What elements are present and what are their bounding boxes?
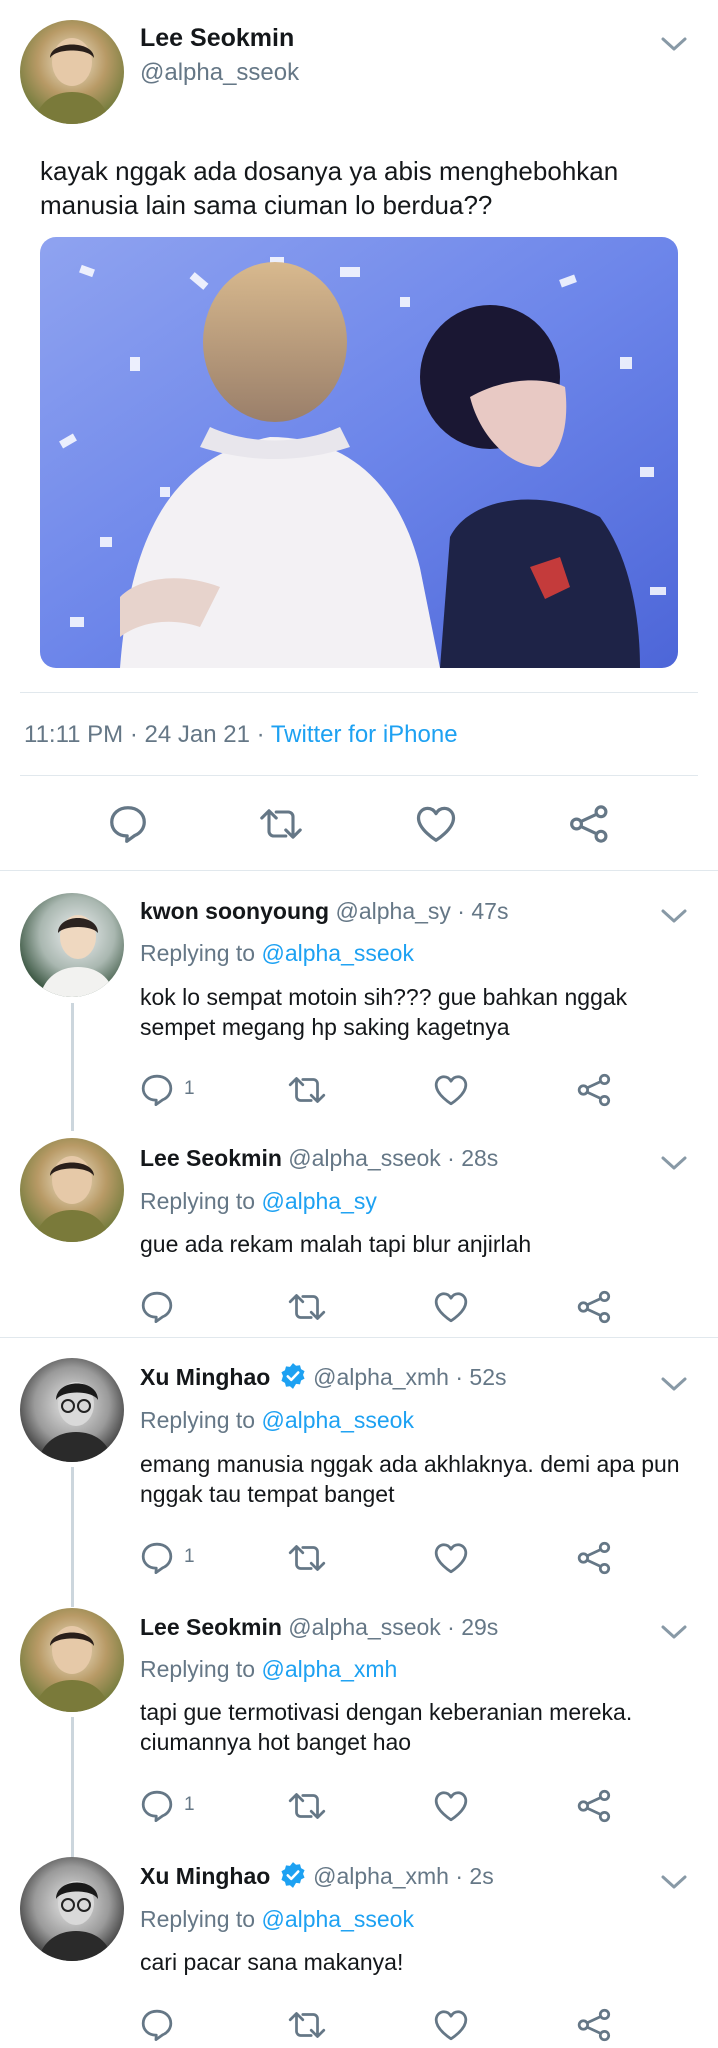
author-meta[interactable]: @alpha_xmh · 52s	[313, 1364, 506, 1390]
tweet-source-link[interactable]: Twitter for iPhone	[271, 721, 458, 748]
reply-count: 1	[184, 1546, 195, 1567]
thread-line	[71, 1717, 74, 1857]
reply-header: Xu Minghao @alpha_xmh · 2s	[140, 1861, 494, 1891]
reply-icon[interactable]	[108, 804, 148, 844]
chevron-down-icon[interactable]	[659, 1374, 689, 1394]
reply-icon[interactable]	[140, 1290, 174, 1324]
author-meta[interactable]: @alpha_xmh · 2s	[313, 1863, 494, 1889]
reply-icon[interactable]	[140, 2008, 174, 2042]
chevron-down-icon[interactable]	[659, 1872, 689, 1892]
heart-icon[interactable]	[433, 2008, 469, 2042]
avatar[interactable]	[20, 1138, 124, 1242]
divider	[0, 870, 718, 871]
share-icon[interactable]	[576, 1073, 614, 1107]
divider	[20, 775, 698, 776]
replying-to-link[interactable]: @alpha_sseok	[261, 1407, 414, 1433]
reply-header: Lee Seokmin @alpha_sseok · 28s	[140, 1143, 498, 1173]
share-icon[interactable]	[568, 804, 612, 844]
share-icon[interactable]	[576, 1290, 614, 1324]
thread-line	[71, 1467, 74, 1607]
author-name[interactable]: Lee Seokmin	[140, 1145, 282, 1171]
share-icon[interactable]	[576, 1789, 614, 1823]
verified-badge-icon	[279, 1861, 307, 1889]
avatar[interactable]	[20, 1857, 124, 1961]
replying-prefix: Replying to	[140, 1906, 262, 1932]
author-name[interactable]: Xu Minghao	[140, 1863, 270, 1889]
replying-to-link[interactable]: @alpha_sseok	[261, 1906, 414, 1932]
reply-header: Lee Seokmin @alpha_sseok · 29s	[140, 1612, 498, 1642]
retweet-icon[interactable]	[286, 1290, 328, 1324]
reply-count: 1	[184, 1794, 195, 1815]
avatar[interactable]	[20, 1358, 124, 1462]
reply-icon[interactable]	[140, 1789, 174, 1823]
reply-count: 1	[184, 1078, 195, 1099]
replying-prefix: Replying to	[140, 1656, 262, 1682]
tweet-text: kayak nggak ada dosanya ya abis menghebo…	[40, 156, 619, 220]
reply-header: Xu Minghao @alpha_xmh · 52s	[140, 1362, 507, 1392]
replying-to: Replying to @alpha_sseok	[140, 1904, 414, 1934]
share-icon[interactable]	[576, 1541, 614, 1575]
retweet-icon[interactable]	[257, 804, 305, 844]
chevron-down-icon[interactable]	[659, 1622, 689, 1642]
reply-icon[interactable]	[140, 1541, 174, 1575]
author-handle[interactable]: @alpha_sseok	[140, 59, 299, 87]
reply-header: kwon soonyoung @alpha_sy · 47s	[140, 896, 508, 926]
chevron-down-icon[interactable]	[659, 34, 689, 54]
author-name[interactable]: Lee Seokmin	[140, 24, 294, 53]
retweet-icon[interactable]	[286, 2008, 328, 2042]
replying-prefix: Replying to	[140, 940, 262, 966]
replying-to-link[interactable]: @alpha_xmh	[261, 1656, 397, 1682]
replying-to-link[interactable]: @alpha_sy	[261, 1188, 376, 1214]
tweet-time: 11:11 PM · 24 Jan 21 ·	[24, 721, 271, 748]
retweet-icon[interactable]	[286, 1541, 328, 1575]
retweet-icon[interactable]	[286, 1789, 328, 1823]
replying-to: Replying to @alpha_sseok	[140, 938, 414, 968]
chevron-down-icon[interactable]	[659, 1153, 689, 1173]
verified-badge-icon	[279, 1362, 307, 1390]
tweet-media-image[interactable]	[40, 237, 678, 668]
author-name[interactable]: kwon soonyoung	[140, 898, 329, 924]
reply-text: kok lo sempat motoin sih??? gue bahkan n…	[140, 984, 628, 1040]
avatar[interactable]	[20, 893, 124, 997]
author-meta[interactable]: @alpha_sseok · 29s	[288, 1614, 498, 1640]
avatar[interactable]	[20, 20, 124, 124]
replying-to: Replying to @alpha_xmh	[140, 1654, 397, 1684]
divider	[20, 692, 698, 693]
heart-icon[interactable]	[433, 1073, 469, 1107]
author-name[interactable]: Lee Seokmin	[140, 1614, 282, 1640]
avatar[interactable]	[20, 1608, 124, 1712]
reply-text: emang manusia nggak ada akhlaknya. demi …	[140, 1451, 680, 1507]
reply-text: cari pacar sana makanya!	[140, 1949, 404, 1975]
reply-text: tapi gue termotivasi dengan keberanian m…	[140, 1699, 633, 1755]
heart-icon[interactable]	[433, 1789, 469, 1823]
replying-prefix: Replying to	[140, 1407, 262, 1433]
divider	[0, 1337, 718, 1338]
replying-to: Replying to @alpha_sy	[140, 1186, 377, 1216]
author-meta[interactable]: @alpha_sseok · 28s	[288, 1145, 498, 1171]
share-icon[interactable]	[576, 2008, 614, 2042]
retweet-icon[interactable]	[286, 1073, 328, 1107]
heart-icon[interactable]	[414, 804, 458, 844]
heart-icon[interactable]	[433, 1541, 469, 1575]
reply-icon[interactable]	[140, 1073, 174, 1107]
reply-text: gue ada rekam malah tapi blur anjirlah	[140, 1231, 532, 1257]
author-meta[interactable]: @alpha_sy · 47s	[336, 898, 509, 924]
thread-line	[71, 1003, 74, 1131]
replying-to-link[interactable]: @alpha_sseok	[261, 940, 414, 966]
tweet-timestamp: 11:11 PM · 24 Jan 21 · Twitter for iPhon…	[24, 721, 458, 749]
replying-prefix: Replying to	[140, 1188, 262, 1214]
chevron-down-icon[interactable]	[659, 906, 689, 926]
author-name[interactable]: Xu Minghao	[140, 1364, 270, 1390]
heart-icon[interactable]	[433, 1290, 469, 1324]
replying-to: Replying to @alpha_sseok	[140, 1405, 414, 1435]
